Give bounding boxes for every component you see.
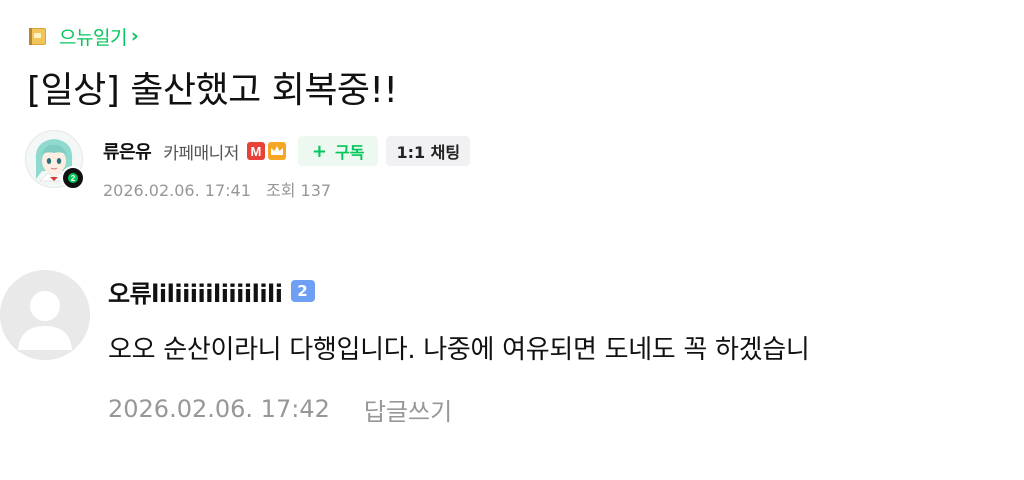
subscribe-button[interactable]: + 구독 [297, 136, 379, 166]
view-count: 조회 137 [265, 181, 332, 200]
author-level-badge: 2 [61, 166, 85, 190]
reply-button[interactable]: 답글쓰기 [364, 392, 452, 427]
comment-meta: 2026.02.06. 17:42 답글쓰기 [108, 391, 452, 427]
chevron-right-icon: › [130, 25, 139, 47]
author-role: 카페매니저 [163, 143, 239, 164]
post-title: [일상] 출산했고 회복중!! [27, 70, 398, 111]
folder-book-icon [27, 25, 49, 47]
author-avatar-wrap[interactable]: 2 [25, 130, 85, 190]
author-name[interactable]: 류은유 [103, 138, 152, 164]
comment-date: 2026.02.06. 17:42 [108, 395, 330, 423]
chat-button[interactable]: 1:1 채팅 [386, 136, 471, 166]
comment-level-badge: 2 [290, 280, 315, 302]
board-label[interactable]: 으뉴일기 [59, 23, 127, 50]
cafe-post-page: 으뉴일기 › [일상] 출산했고 회복중!! 2 류은유 카페매니저 M + 구… [0, 0, 1024, 480]
post-meta: 2026.02.06. 17:41 조회 137 [103, 177, 331, 201]
post-date: 2026.02.06. 17:41 [103, 181, 251, 200]
board-link[interactable]: 으뉴일기 › [27, 22, 139, 50]
comment-text: 오오 순산이라니 다행입니다. 나중에 여유되면 도네도 꼭 하겠습니 [108, 335, 810, 365]
comment-author-row: 오류liliiiiiliiiilili 2 [108, 274, 315, 308]
comment-author[interactable]: 오류liliiiiiliiiilili [108, 274, 283, 309]
manager-badge-icon: M [246, 142, 265, 160]
plus-icon: + [311, 140, 327, 162]
comment-avatar[interactable] [0, 270, 90, 360]
crown-icon [267, 142, 286, 160]
author-row: 류은유 카페매니저 M + 구독 1:1 채팅 [103, 136, 471, 166]
svg-text:2: 2 [71, 174, 76, 183]
subscribe-label: 구독 [334, 143, 365, 162]
